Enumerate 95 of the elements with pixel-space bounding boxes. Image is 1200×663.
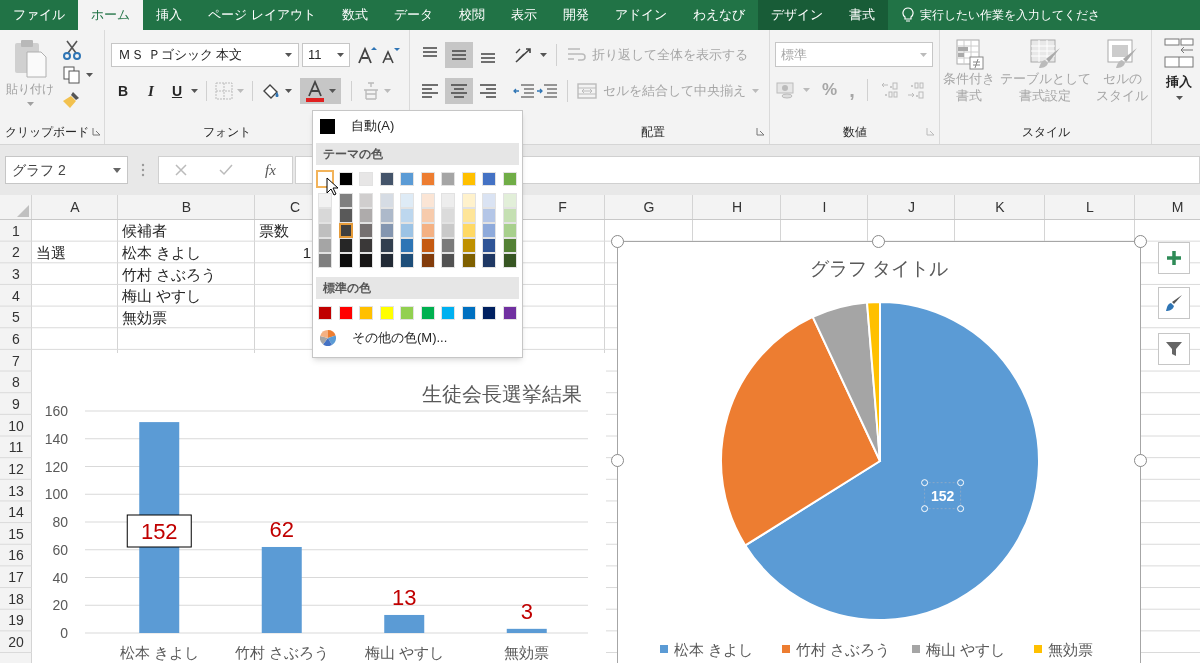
legend-label: 竹村 さぶろう bbox=[796, 641, 891, 658]
tab[interactable]: アドイン bbox=[601, 0, 680, 30]
menu-item[interactable]: その他の色(M)... bbox=[316, 326, 519, 350]
axis-label: 梅山 やすし bbox=[364, 644, 444, 661]
row-header[interactable]: 7 bbox=[12, 353, 20, 368]
group-label: 配置 bbox=[640, 124, 665, 141]
column-header[interactable]: J bbox=[908, 197, 915, 218]
insert-button[interactable]: 挿入 bbox=[1152, 30, 1200, 144]
row-header[interactable]: 11 bbox=[8, 440, 24, 455]
row-header[interactable]: 12 bbox=[8, 461, 24, 476]
tab[interactable]: ファイル bbox=[0, 0, 78, 30]
row-header[interactable]: 5 bbox=[12, 310, 20, 325]
table-cell: 梅山 やすし bbox=[122, 288, 202, 304]
group-label: 数値 bbox=[842, 124, 867, 141]
data-label[interactable]: 152 bbox=[140, 519, 178, 544]
legend-label: 梅山 やすし bbox=[926, 641, 1006, 658]
legend-label: 松本 きよし bbox=[674, 641, 754, 658]
row-header[interactable]: 10 bbox=[8, 418, 24, 433]
legend-label: 無効票 bbox=[1048, 641, 1093, 658]
data-label[interactable]: 13 bbox=[392, 584, 417, 610]
chart-title: 生徒会長選挙結果 bbox=[422, 383, 582, 405]
row-header[interactable]: 8 bbox=[12, 375, 20, 390]
table-cell: 松本 きよし bbox=[122, 244, 202, 260]
chart-area[interactable]: 生徒会長選挙結果 0 20 40 60 80 100 120 140 160 松本 きよし 竹村 さぶろう 梅山 やすし 無効票 152 62 13 3 bbox=[32, 353, 606, 663]
search-field[interactable]: 実行したい作業を入力してくださ bbox=[887, 0, 1100, 30]
tab[interactable]: 書式 bbox=[835, 0, 888, 30]
tab[interactable]: ホーム bbox=[78, 0, 143, 30]
table-cell: 候補者 bbox=[122, 223, 167, 239]
row-header[interactable]: 16 bbox=[8, 548, 24, 563]
axis-label: 140 bbox=[44, 430, 68, 447]
row-header[interactable]: 13 bbox=[8, 483, 24, 498]
column-header[interactable]: G bbox=[643, 197, 655, 218]
table-cell: 竹村 さぶろう bbox=[122, 266, 217, 282]
row-header[interactable]: 19 bbox=[8, 613, 24, 628]
tab[interactable]: 表示 bbox=[497, 0, 550, 30]
column-header[interactable]: K bbox=[995, 197, 1005, 218]
axis-label: 40 bbox=[52, 569, 68, 586]
chart-title: グラフ タイトル bbox=[809, 258, 949, 279]
column-header[interactable]: B bbox=[181, 197, 192, 218]
row-header[interactable]: 9 bbox=[12, 396, 20, 411]
axis-label: 0 bbox=[60, 625, 68, 641]
axis-label: 松本 きよし bbox=[119, 644, 199, 661]
tab[interactable]: 開発 bbox=[549, 0, 602, 30]
group-label: フォント bbox=[203, 124, 252, 141]
axis-label: 60 bbox=[52, 541, 68, 558]
tab[interactable]: ページ レイアウト bbox=[195, 0, 329, 30]
column-header[interactable]: F bbox=[558, 197, 567, 218]
column-header[interactable]: A bbox=[70, 197, 80, 218]
row-header[interactable]: 6 bbox=[12, 332, 20, 346]
row-header[interactable]: 17 bbox=[8, 570, 24, 585]
data-label[interactable]: 62 bbox=[269, 516, 294, 542]
column-header[interactable]: M bbox=[1171, 197, 1184, 218]
row-header[interactable]: 4 bbox=[12, 288, 20, 303]
menu-item[interactable]: 自動(A) bbox=[316, 114, 519, 138]
chart-area[interactable]: グラフ タイトル 152 松本 きよし 竹村 さぶろう 梅山 やすし 無効票 bbox=[617, 241, 1141, 663]
font-size-field[interactable]: 11 bbox=[302, 43, 350, 67]
tab[interactable]: データ bbox=[380, 0, 446, 30]
axis-label: 100 bbox=[44, 486, 68, 503]
column-header[interactable]: C bbox=[289, 197, 301, 218]
group-label: スタイル bbox=[1021, 124, 1070, 141]
name-box[interactable]: グラフ 2 bbox=[5, 156, 128, 184]
tab[interactable]: デザイン bbox=[757, 0, 836, 30]
table-cell: 1 bbox=[302, 244, 311, 260]
underline-button[interactable]: U bbox=[167, 80, 187, 102]
tab[interactable]: 校閲 bbox=[445, 0, 498, 30]
axis-label: 無効票 bbox=[504, 644, 550, 661]
row-header[interactable]: 18 bbox=[8, 591, 24, 606]
axis-label: 20 bbox=[52, 597, 68, 614]
font-name-field[interactable]: ＭＳ Ｐゴシック 本文 bbox=[111, 43, 299, 67]
column-header[interactable]: I bbox=[822, 197, 827, 218]
row-header[interactable]: 1 bbox=[12, 223, 20, 238]
tab[interactable]: わえなび bbox=[679, 0, 758, 30]
row-header[interactable]: 3 bbox=[12, 267, 20, 282]
table-cell: 当選 bbox=[36, 244, 66, 260]
row-header[interactable]: 14 bbox=[8, 505, 24, 520]
italic-button[interactable]: I bbox=[139, 79, 163, 103]
axis-label: 120 bbox=[44, 458, 68, 475]
table-cell: 票数 bbox=[259, 223, 289, 239]
row-header[interactable]: 15 bbox=[8, 526, 24, 541]
table-cell: 無効票 bbox=[122, 309, 167, 325]
section-header: 標準の色 bbox=[316, 277, 519, 299]
column-header[interactable]: L bbox=[1086, 197, 1094, 218]
group-label: クリップボード bbox=[5, 124, 89, 141]
data-label[interactable]: 3 bbox=[520, 598, 533, 624]
tab[interactable]: 挿入 bbox=[143, 0, 195, 30]
axis-label: 80 bbox=[52, 514, 68, 530]
row-header[interactable]: 20 bbox=[8, 635, 24, 649]
bold-button[interactable]: B bbox=[111, 80, 135, 102]
row-header[interactable]: 2 bbox=[12, 245, 20, 260]
insert-function-button[interactable]: fx bbox=[265, 158, 276, 182]
tab[interactable]: 数式 bbox=[328, 0, 381, 30]
axis-label: 竹村 さぶろう bbox=[234, 644, 329, 661]
section-header: テーマの色 bbox=[316, 143, 519, 165]
column-header[interactable]: H bbox=[731, 197, 743, 218]
axis-label: 160 bbox=[44, 403, 68, 419]
